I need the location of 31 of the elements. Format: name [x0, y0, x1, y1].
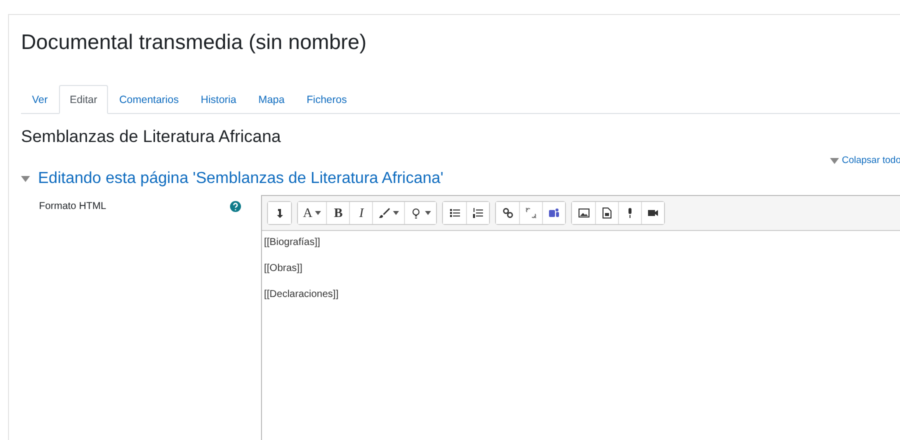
- teams-button[interactable]: [542, 202, 566, 224]
- lightbulb-icon: [410, 207, 422, 219]
- editor-text: [[Biografías]]: [264, 237, 322, 248]
- numbered-list-button[interactable]: [466, 202, 490, 224]
- tab[interactable]: Comentarios: [108, 85, 190, 114]
- field-label: Formato HTML: [39, 201, 106, 212]
- caret-icon: [393, 211, 400, 215]
- section-title: Semblanzas de Literatura Africana: [21, 127, 282, 147]
- document-icon: [601, 207, 614, 219]
- editor-text: [[Declaraciones]]: [264, 289, 340, 300]
- tab[interactable]: Historia: [190, 85, 248, 114]
- tab[interactable]: Ver: [21, 85, 59, 114]
- page-title: Documental transmedia (sin nombre): [21, 31, 368, 55]
- fieldset-legend[interactable]: Editando esta página 'Semblanzas de Literatura Africana': [21, 170, 900, 188]
- link-icon: [502, 207, 514, 219]
- tab[interactable]: Mapa: [247, 85, 296, 114]
- video-camera-icon: [647, 207, 660, 219]
- editor-text: [[Obras]]: [264, 263, 304, 274]
- tab[interactable]: Ficheros: [296, 85, 358, 114]
- tab[interactable]: Editar: [58, 85, 108, 114]
- help-icon[interactable]: [230, 201, 241, 212]
- record-video-button[interactable]: [641, 202, 664, 224]
- brush-icon: [378, 207, 390, 219]
- highlight-button[interactable]: [404, 202, 436, 224]
- numbered-list-icon: [472, 207, 484, 219]
- caret-icon: [315, 211, 322, 215]
- bullet-list-icon: [448, 207, 461, 219]
- image-icon: [578, 207, 590, 219]
- html-editor[interactable]: A B I [[Biografías]] [[Obras]] [[Declaraciones]]: [261, 195, 900, 440]
- caret-icon: [830, 158, 839, 164]
- caret-icon: [425, 211, 432, 215]
